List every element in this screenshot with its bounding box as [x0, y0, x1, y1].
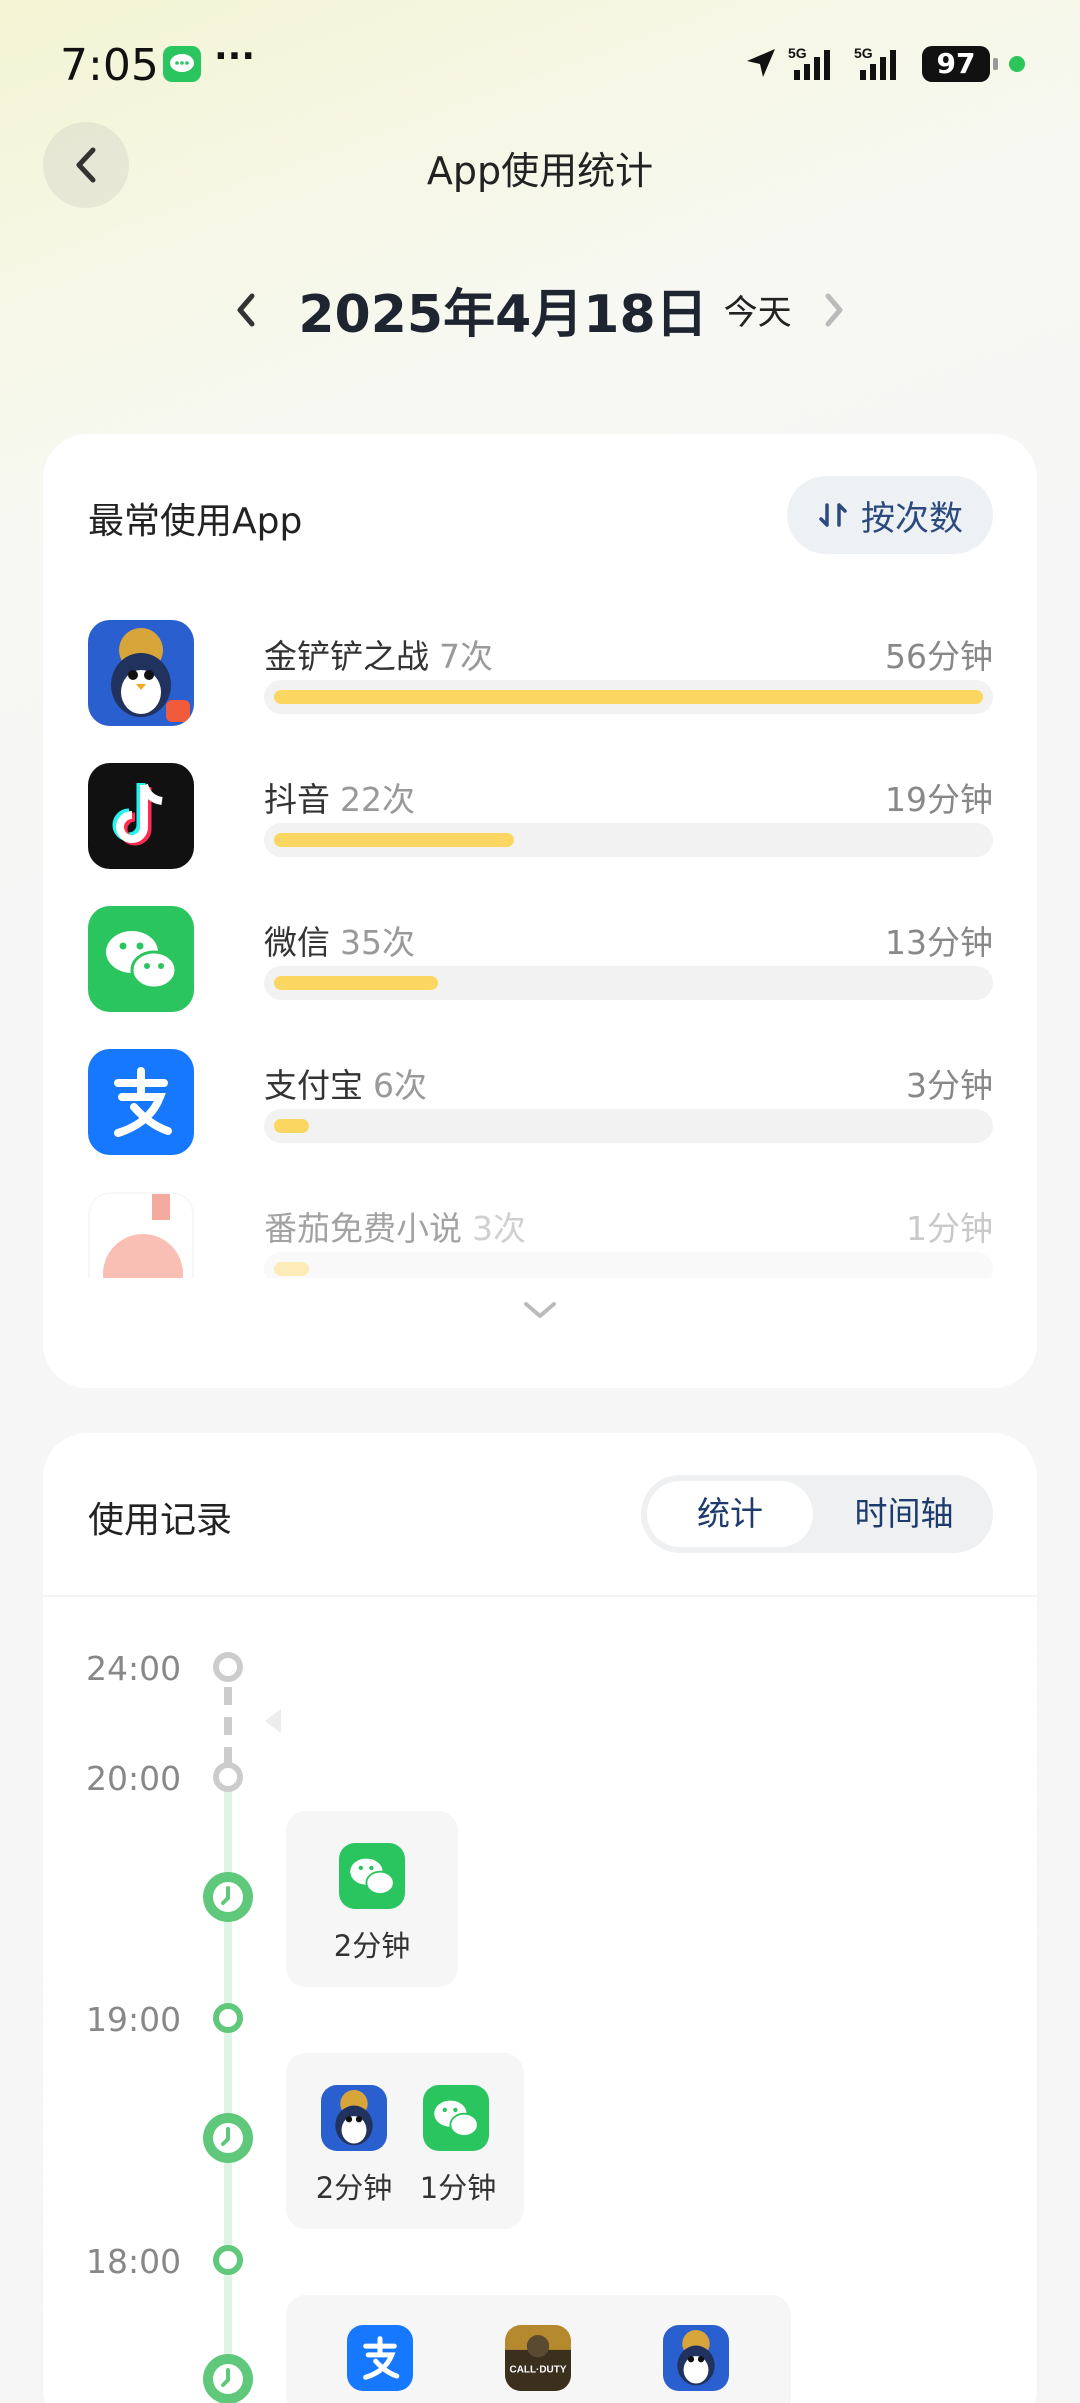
clock-node-icon: [203, 2354, 253, 2403]
usage-bar-track: [264, 1109, 993, 1143]
hour-node: [213, 1762, 243, 1792]
app-usage-time: 56分钟: [885, 637, 993, 676]
hour-label: 24:00: [86, 1649, 182, 1688]
records-title: 使用记录: [88, 1500, 233, 1541]
next-day-icon[interactable]: [822, 290, 846, 330]
collapse-pointer-icon: [265, 1709, 281, 1733]
hour-label: 20:00: [86, 1759, 182, 1798]
jinchanchan-app-icon: [321, 2085, 387, 2151]
douyin-app-icon: [88, 763, 194, 869]
cellular-signal-icon: 5G: [786, 44, 846, 88]
status-bar: 7:05 ··· 5G 5G 97: [0, 0, 1080, 130]
cellular-signal-icon-2: 5G: [852, 44, 912, 88]
app-usage-time: 1分钟: [906, 1209, 993, 1248]
usage-records-card: 使用记录 统计 时间轴 24:00 20:00 19:00 18:00 2分钟 …: [43, 1433, 1037, 2403]
usage-bar-fill: [274, 833, 514, 847]
alipay-app-icon: [347, 2325, 413, 2391]
session-app-item: [320, 2085, 388, 2161]
call-of-duty-app-icon: CALL·DUTY: [505, 2325, 571, 2391]
messages-icon: [163, 46, 201, 82]
jinchanchan-app-icon: [88, 620, 194, 726]
app-row-fanqie[interactable]: 番茄免费小说 3次 1分钟: [88, 1192, 993, 1278]
svg-text:5G: 5G: [788, 45, 807, 61]
app-name: 金铲铲之战 7次: [264, 637, 493, 676]
sort-arrows-icon: [819, 503, 847, 527]
app-usage-time: 13分钟: [885, 923, 993, 962]
usage-bar-fill: [274, 976, 438, 990]
status-time: 7:05: [60, 40, 159, 91]
expand-chevron-icon[interactable]: [520, 1298, 560, 1322]
app-name: 微信 35次: [264, 923, 415, 962]
fanqie-novel-app-icon: [88, 1192, 194, 1278]
tab-stats[interactable]: 统计: [647, 1481, 813, 1547]
battery-icon: 97: [922, 46, 990, 82]
app-name: 番茄免费小说 3次: [264, 1209, 526, 1248]
app-name: 支付宝 6次: [264, 1066, 427, 1105]
app-name: 抖音 22次: [264, 780, 415, 819]
sort-label: 按次数: [861, 498, 963, 539]
usage-session-box[interactable]: 2分钟 1分钟: [286, 2053, 524, 2229]
date-label[interactable]: 2025年4月18日: [298, 272, 707, 347]
hour-label: 18:00: [86, 2242, 182, 2281]
jinchanchan-app-icon: [663, 2325, 729, 2391]
usage-session-box[interactable]: CALL·DUTY: [286, 2295, 791, 2403]
usage-bar-fill: [274, 1262, 309, 1276]
page-title: App使用统计: [426, 149, 654, 193]
svg-text:CALL·DUTY: CALL·DUTY: [510, 2364, 567, 2375]
session-app-item: [346, 2325, 414, 2401]
app-row-jinchanchan[interactable]: 金铲铲之战 7次 56分钟: [88, 620, 993, 730]
view-toggle: 统计 时间轴: [641, 1475, 993, 1553]
hour-node: [213, 1652, 243, 1682]
usage-bar-track: [264, 823, 993, 857]
divider: [43, 1595, 1037, 1597]
timeline-dashed-segment: [224, 1687, 232, 1767]
sort-by-count-button[interactable]: 按次数: [787, 476, 993, 554]
hour-label: 19:00: [86, 2000, 182, 2039]
wechat-app-icon: [88, 906, 194, 1012]
usage-bar-fill: [274, 690, 983, 704]
previous-day-icon[interactable]: [234, 290, 258, 330]
tab-timeline[interactable]: 时间轴: [821, 1481, 987, 1547]
session-app-item: [662, 2325, 730, 2401]
usage-bar-track: [264, 966, 993, 1000]
privacy-indicator-dot: [1009, 56, 1025, 72]
usage-bar-fill: [274, 1119, 309, 1133]
alipay-app-icon: [88, 1049, 194, 1155]
date-selector: 2025年4月18日 今天: [0, 272, 1080, 347]
clock-node-icon: [203, 2113, 253, 2163]
session-duration: 1分钟: [419, 2171, 497, 2205]
more-notifications-icon: ···: [214, 36, 256, 77]
session-app-item: CALL·DUTY: [504, 2325, 572, 2401]
session-app-item: [338, 1843, 406, 1919]
wechat-app-icon: [423, 2085, 489, 2151]
most-used-card: 最常使用App 按次数 金铲铲之战 7次 56分钟 抖音 22次 19分钟 微信 35…: [43, 434, 1037, 1388]
location-arrow-icon: [747, 49, 775, 77]
clock-node-icon: [203, 1872, 253, 1922]
app-row-douyin[interactable]: 抖音 22次 19分钟: [88, 763, 993, 873]
today-label: 今天: [723, 293, 792, 333]
most-used-title: 最常使用App: [88, 501, 303, 542]
svg-text:5G: 5G: [854, 45, 873, 61]
wechat-app-icon: [339, 1843, 405, 1909]
session-duration: 2分钟: [333, 1929, 411, 1963]
hour-node: [213, 2003, 243, 2033]
app-row-alipay[interactable]: 支付宝 6次 3分钟: [88, 1049, 993, 1159]
usage-bar-track: [264, 680, 993, 714]
usage-bar-track: [264, 1252, 993, 1278]
hour-node: [213, 2245, 243, 2275]
app-row-wechat[interactable]: 微信 35次 13分钟: [88, 906, 993, 1016]
app-usage-time: 3分钟: [906, 1066, 993, 1105]
app-usage-time: 19分钟: [885, 780, 993, 819]
session-app-item: [422, 2085, 490, 2161]
usage-session-box[interactable]: 2分钟: [286, 1811, 458, 1987]
battery-tip: [993, 58, 998, 70]
